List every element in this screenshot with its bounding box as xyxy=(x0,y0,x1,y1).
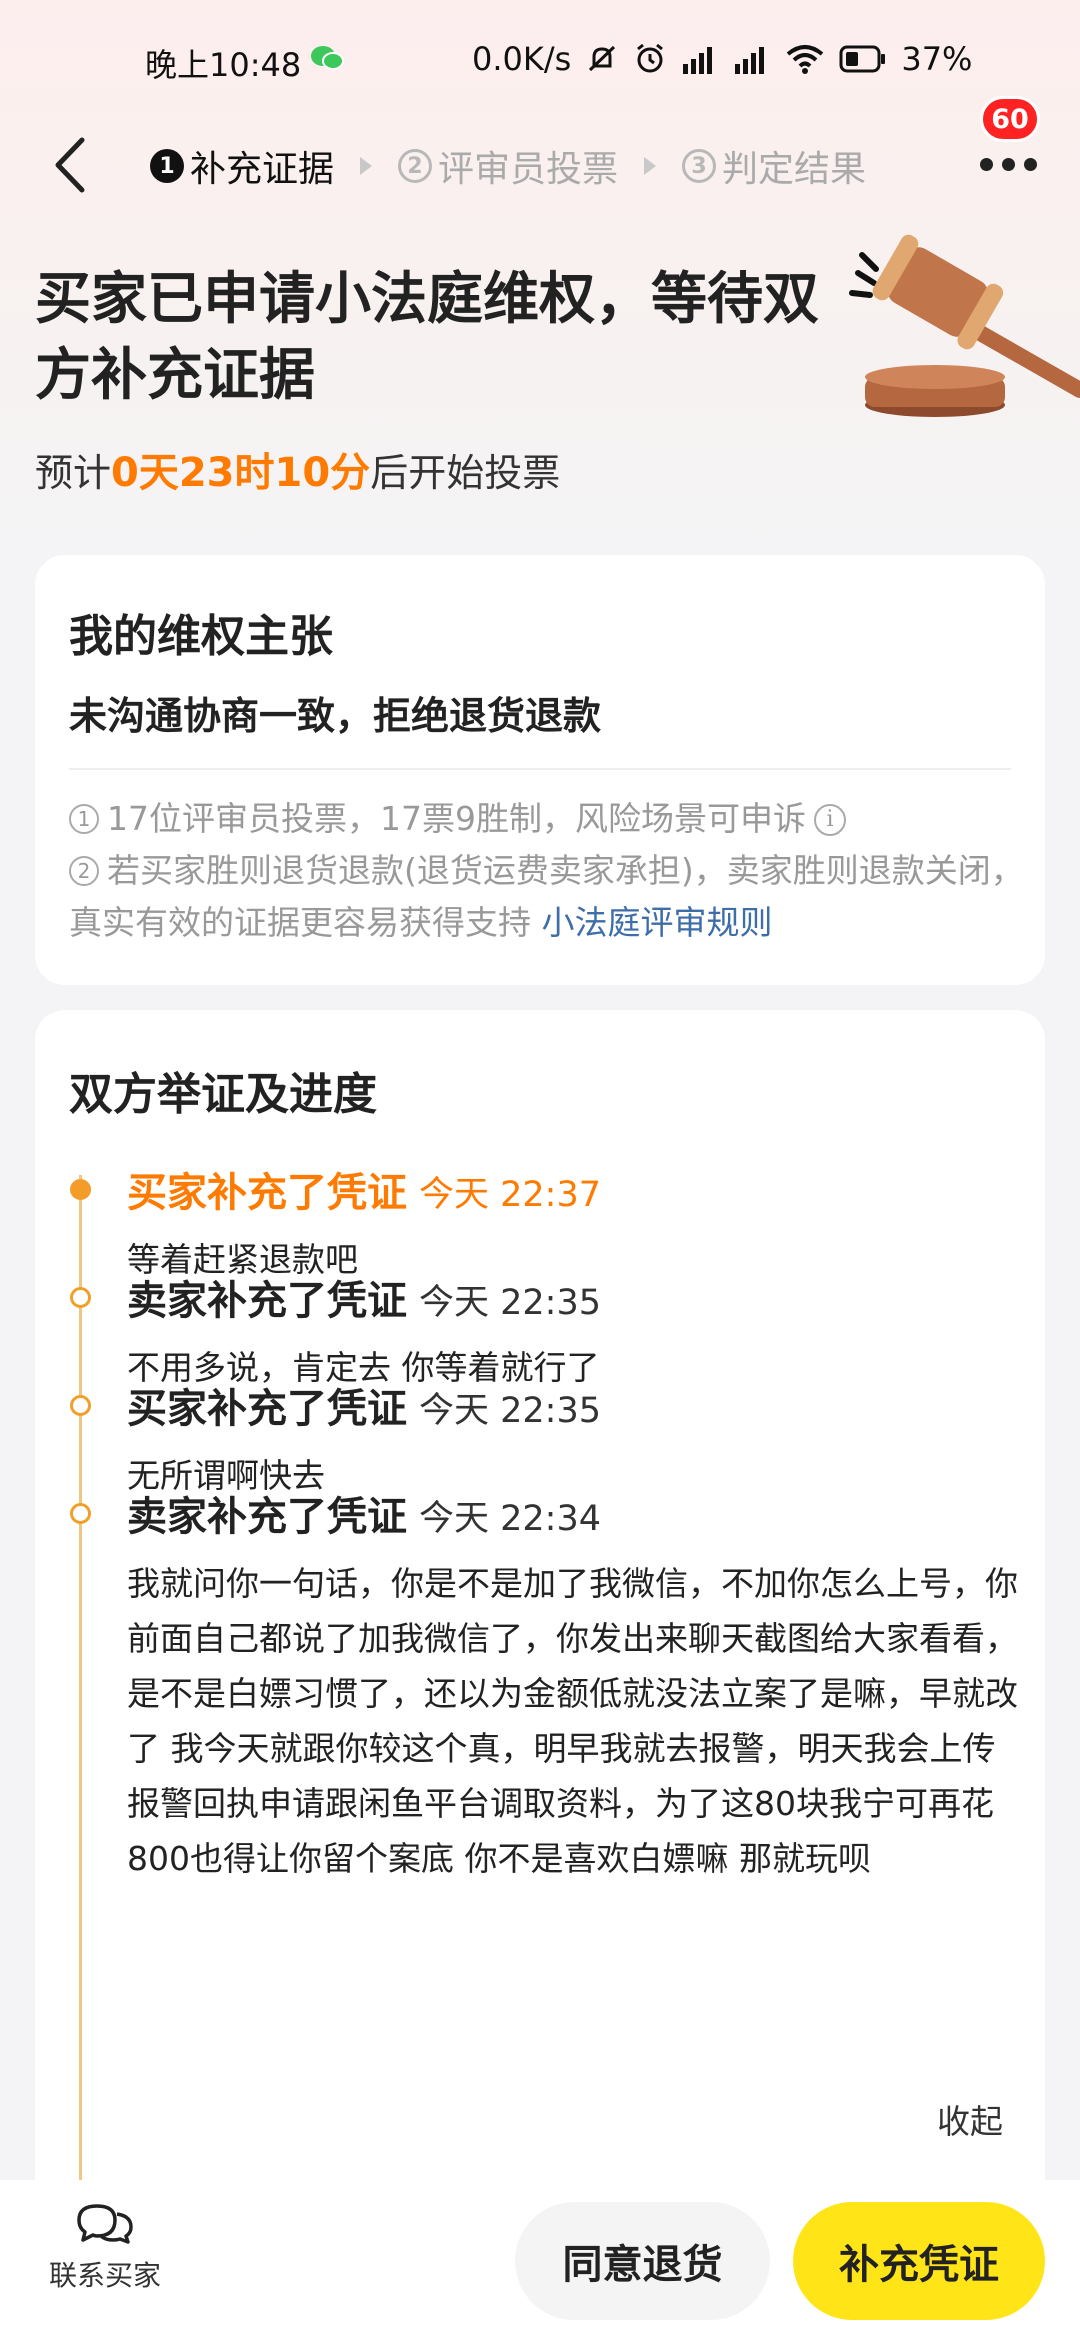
progress-steps: 1 补充证据 2 评审员投票 3 判定结果 xyxy=(150,140,866,192)
network-speed: 0.0K/s xyxy=(472,40,572,78)
step-number: 3 xyxy=(682,149,717,183)
top-nav: 1 补充证据 2 评审员投票 3 判定结果 xyxy=(0,120,1080,210)
status-time: 晚上10:48 xyxy=(145,46,302,84)
step-label: 判定结果 xyxy=(722,149,867,190)
event-actor: 买家补充了凭证 xyxy=(127,1170,407,1216)
step-label: 评审员投票 xyxy=(438,149,619,190)
event-actor: 卖家补充了凭证 xyxy=(127,1494,407,1540)
event-time: 今天 22:37 xyxy=(419,1175,601,1215)
event-time: 今天 22:35 xyxy=(419,1391,601,1431)
bottom-action-bar: 联系买家 同意退货 补充凭证 xyxy=(0,2180,1080,2340)
wechat-icon xyxy=(311,46,344,70)
evidence-progress-card: 双方举证及进度 买家补充了凭证 今天 22:37 等着赶紧退款吧 卖家补充了凭证今… xyxy=(35,1010,1045,2250)
rule-item: 1 17位评审员投票，17票9胜制，风险场景可申诉 i xyxy=(69,793,1029,845)
collapse-button[interactable]: 收起 xyxy=(937,2095,1003,2143)
event-text: 我就问你一句话，你是不是加了我微信，不加你怎么上号，你前面自己都说了加我微信了，… xyxy=(127,1564,1018,1878)
event-actor: 买家补充了凭证 xyxy=(127,1386,407,1432)
claim-card: 我的维权主张 未沟通协商一致，拒绝退货退款 1 17位评审员投票，17票9胜制，风… xyxy=(35,555,1045,985)
step-arrow-icon xyxy=(360,157,373,175)
event-title: 卖家补充了凭证 今天 22:34 xyxy=(127,1484,601,1542)
timeline-dot xyxy=(70,1503,91,1524)
status-icons: 0.0K/s 37% xyxy=(472,40,972,78)
step-supplement-evidence: 1 补充证据 xyxy=(150,140,334,192)
status-bar: 晚上10:48 0.0K/s 37% xyxy=(0,40,1080,90)
battery-level: 37% xyxy=(901,40,973,78)
agree-return-button[interactable]: 同意退货 xyxy=(515,2202,770,2320)
step-number: 1 xyxy=(150,149,184,183)
contact-buyer-button[interactable]: 联系买家 xyxy=(30,2200,180,2294)
divider xyxy=(69,768,1011,770)
rules-section: 1 17位评审员投票，17票9胜制，风险场景可申诉 i 2 若买家胜则退货退款(退货运… xyxy=(69,793,1029,949)
rule-text: 17位评审员投票，17票9胜制，风险场景可申诉 xyxy=(107,799,806,838)
notification-badge: 60 xyxy=(980,96,1040,142)
info-icon[interactable]: i xyxy=(813,804,846,836)
timeline-line xyxy=(79,1175,82,2250)
progress-heading: 双方举证及进度 xyxy=(69,1069,377,1120)
event-actor: 卖家补充了凭证 xyxy=(127,1278,407,1324)
number-2-icon: 2 xyxy=(69,856,99,886)
step-number: 2 xyxy=(398,149,433,183)
step-reviewer-vote: 2 评审员投票 xyxy=(398,140,618,192)
gavel-icon xyxy=(849,234,1080,417)
step-verdict: 3 判定结果 xyxy=(682,140,866,192)
event-time: 今天 22:35 xyxy=(419,1283,601,1323)
contact-label: 联系买家 xyxy=(48,2259,161,2292)
more-icon[interactable] xyxy=(980,158,1037,171)
timeline-dot xyxy=(70,1395,91,1416)
step-arrow-icon xyxy=(644,157,657,175)
claim-heading: 我的维权主张 xyxy=(69,611,333,662)
supplement-evidence-button[interactable]: 补充凭证 xyxy=(793,2202,1045,2320)
court-rules-link[interactable]: 小法庭评审规则 xyxy=(542,903,773,942)
signal-icon xyxy=(683,47,713,74)
mute-icon xyxy=(589,45,616,72)
chat-icon xyxy=(77,2204,133,2244)
eta-prefix: 预计 xyxy=(35,451,112,495)
page-title: 买家已申请小法庭维权，等待双方补充证据 xyxy=(35,267,819,408)
battery-icon xyxy=(839,45,886,73)
eta-value: 0天23时10分 xyxy=(111,450,371,496)
timeline-dot xyxy=(70,1287,91,1308)
vote-countdown: 预计0天23时10分后开始投票 xyxy=(35,440,560,498)
rule-item: 2 若买家胜则退货退款(退货运费卖家承担)，卖家胜则退款关闭，真实有效的证据更容易… xyxy=(69,845,1029,949)
back-icon[interactable] xyxy=(48,134,96,196)
event-time: 今天 22:34 xyxy=(419,1499,601,1539)
timeline-dot xyxy=(70,1179,91,1200)
number-1-icon: 1 xyxy=(69,804,99,834)
event-title: 买家补充了凭证 今天 22:35 xyxy=(127,1376,601,1434)
event-title: 卖家补充了凭证 今天 22:35 xyxy=(127,1268,601,1326)
event-title: 买家补充了凭证 今天 22:37 xyxy=(127,1160,601,1218)
eta-suffix: 后开始投票 xyxy=(370,451,561,495)
step-label: 补充证据 xyxy=(190,149,335,190)
alarm-icon xyxy=(637,43,664,73)
wifi-icon xyxy=(787,45,824,74)
signal-icon xyxy=(735,47,765,74)
claim-text: 未沟通协商一致，拒绝退货退款 xyxy=(69,694,602,738)
